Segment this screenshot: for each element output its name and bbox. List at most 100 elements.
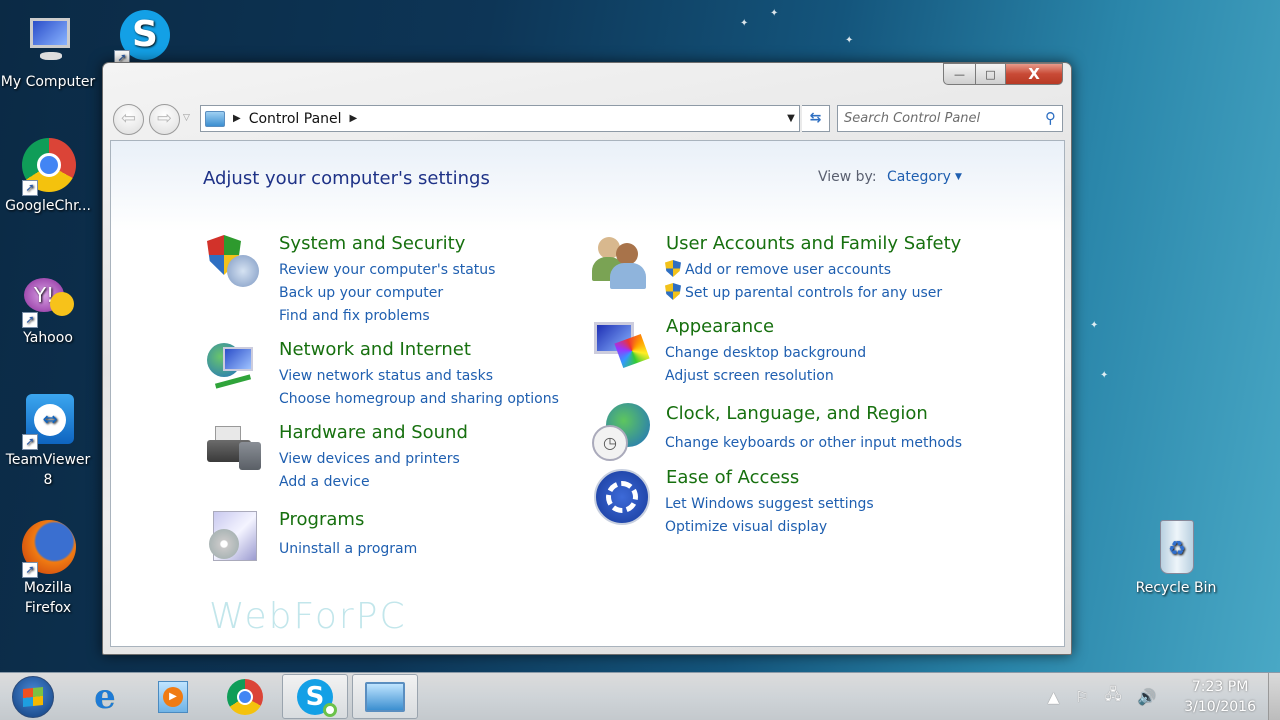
media-player-icon: ▶: [158, 680, 188, 713]
view-by-value[interactable]: Category: [887, 169, 951, 185]
taskbar-chrome[interactable]: [212, 673, 278, 720]
link-homegroup[interactable]: Choose homegroup and sharing options: [279, 389, 559, 412]
wallpaper-sparkle: ✦: [845, 35, 854, 46]
teamviewer-icon: ⇔ ➚: [20, 392, 76, 450]
network-tray-icon[interactable]: 🖧: [1105, 684, 1122, 709]
desktop-icon-label: Yahooo: [23, 330, 73, 346]
network-icon: [205, 339, 265, 399]
forward-button[interactable]: ⇨: [149, 104, 180, 135]
desktop-icon-skype[interactable]: S ➚: [92, 8, 188, 66]
navigation-bar: ⇦ ⇨ ▽ ▶ Control Panel ▶ ▼ ⇆ ⚲: [113, 103, 1063, 135]
category-title[interactable]: Ease of Access: [666, 467, 799, 488]
page-title: Adjust your computer's settings: [203, 168, 490, 189]
clock-time: 7:23 PM: [1191, 678, 1249, 695]
wallpaper-sparkle: ✦: [770, 8, 779, 19]
category-title[interactable]: Clock, Language, and Region: [666, 403, 928, 424]
maximize-button[interactable]: □: [976, 63, 1006, 85]
category-title[interactable]: Programs: [279, 509, 364, 530]
link-uninstall-program[interactable]: Uninstall a program: [279, 539, 417, 562]
taskbar-control-panel[interactable]: [352, 674, 418, 719]
control-panel-window: — □ X ⇦ ⇨ ▽ ▶ Control Panel ▶ ▼ ⇆ ⚲ Adju…: [102, 62, 1072, 655]
chrome-icon: [227, 678, 263, 715]
view-by-label: View by:: [818, 169, 877, 185]
show-desktop-button[interactable]: [1268, 673, 1280, 720]
link-parental-controls[interactable]: Set up parental controls for any user: [665, 283, 942, 306]
clock-date: 3/10/2016: [1184, 698, 1256, 715]
clock[interactable]: 7:23 PM 3/10/2016: [1184, 677, 1256, 717]
taskbar-media-player[interactable]: ▶: [140, 673, 206, 720]
action-center-flag-icon[interactable]: ⚐: [1075, 688, 1088, 706]
link-devices-printers[interactable]: View devices and printers: [279, 449, 460, 472]
taskbar: e ▶ S ▲ ⚐ 🖧 🔊 7:23 PM 3/10/2016: [0, 672, 1280, 720]
volume-icon[interactable]: 🔊: [1138, 688, 1157, 706]
control-panel-icon: [205, 110, 225, 127]
chrome-icon: ➚: [20, 138, 76, 196]
start-button[interactable]: [0, 673, 66, 720]
link-screen-resolution[interactable]: Adjust screen resolution: [665, 366, 866, 389]
link-find-fix-problems[interactable]: Find and fix problems: [279, 306, 495, 329]
link-add-remove-accounts[interactable]: Add or remove user accounts: [665, 260, 942, 283]
desktop-icon-firefox[interactable]: ➚ Mozilla Firefox: [0, 520, 96, 618]
taskbar-internet-explorer[interactable]: e: [72, 673, 138, 720]
desktop-icon-label: GoogleChr...: [5, 198, 91, 214]
windows-logo-icon: [12, 675, 54, 718]
desktop-icon-recycle-bin[interactable]: ♻ Recycle Bin: [1128, 520, 1224, 598]
search-box[interactable]: ⚲: [837, 105, 1063, 132]
forward-arrow-icon: ⇨: [156, 108, 173, 129]
printer-icon: [205, 422, 265, 482]
close-button[interactable]: X: [1006, 63, 1063, 85]
desktop-icon-teamviewer[interactable]: ⇔ ➚ TeamViewer 8: [0, 392, 96, 490]
back-button[interactable]: ⇦: [113, 104, 144, 135]
view-by-dropdown[interactable]: Category ▼: [887, 169, 962, 185]
computer-icon: [20, 14, 76, 70]
desktop-icon-chrome[interactable]: ➚ GoogleChr...: [0, 138, 96, 216]
wallpaper-sparkle: ✦: [1100, 370, 1109, 381]
search-input[interactable]: [838, 106, 1028, 131]
breadcrumb-arrow-icon[interactable]: ▶: [233, 113, 241, 124]
breadcrumb-control-panel[interactable]: Control Panel: [249, 111, 342, 127]
link-suggest-settings[interactable]: Let Windows suggest settings: [665, 494, 874, 517]
link-network-status[interactable]: View network status and tasks: [279, 366, 559, 389]
link-optimize-display[interactable]: Optimize visual display: [665, 517, 874, 540]
refresh-button[interactable]: ⇆: [802, 105, 830, 132]
ease-of-access-icon: [592, 467, 652, 527]
watermark: WebForPC: [209, 596, 407, 637]
address-dropdown-button[interactable]: ▼: [781, 105, 801, 132]
desktop-icon-label: Mozilla Firefox: [23, 580, 73, 616]
wallpaper-sparkle: ✦: [740, 18, 749, 29]
link-add-device[interactable]: Add a device: [279, 472, 460, 495]
users-icon: [592, 233, 652, 293]
desktop-icon-label: Recycle Bin: [1135, 580, 1217, 596]
category-title[interactable]: Network and Internet: [279, 339, 471, 360]
address-bar[interactable]: ▶ Control Panel ▶: [200, 105, 800, 132]
desktop-icon-yahoo[interactable]: Y! ➚ Yahooo: [0, 270, 96, 348]
link-review-status[interactable]: Review your computer's status: [279, 260, 495, 283]
firefox-icon: ➚: [20, 520, 76, 578]
appearance-icon: [592, 316, 652, 376]
breadcrumb-arrow-icon[interactable]: ▶: [350, 113, 358, 124]
wallpaper-sparkle: ✦: [1090, 320, 1099, 331]
refresh-icon: ⇆: [809, 110, 822, 126]
link-desktop-background[interactable]: Change desktop background: [665, 343, 866, 366]
category-title[interactable]: Appearance: [666, 316, 774, 337]
desktop-icon-label: My Computer: [0, 74, 96, 90]
show-hidden-icons-button[interactable]: ▲: [1048, 688, 1060, 706]
clock-globe-icon: ◷: [592, 403, 652, 463]
minimize-button[interactable]: —: [943, 63, 976, 85]
link-keyboards-input[interactable]: Change keyboards or other input methods: [665, 433, 962, 456]
category-title[interactable]: User Accounts and Family Safety: [666, 233, 961, 254]
category-title[interactable]: System and Security: [279, 233, 465, 254]
uac-shield-icon: [665, 283, 681, 300]
chevron-down-icon: ▼: [954, 172, 962, 182]
programs-icon: [205, 509, 265, 569]
control-panel-icon: [365, 681, 405, 712]
desktop-icon-my-computer[interactable]: My Computer: [0, 14, 96, 92]
yahoo-messenger-icon: Y! ➚: [20, 270, 76, 328]
search-icon[interactable]: ⚲: [1045, 109, 1056, 127]
skype-icon: S: [297, 678, 337, 717]
taskbar-skype[interactable]: S: [282, 674, 348, 719]
link-backup[interactable]: Back up your computer: [279, 283, 495, 306]
uac-shield-icon: [665, 260, 681, 277]
category-title[interactable]: Hardware and Sound: [279, 422, 468, 443]
recent-pages-dropdown[interactable]: ▽: [183, 113, 190, 123]
